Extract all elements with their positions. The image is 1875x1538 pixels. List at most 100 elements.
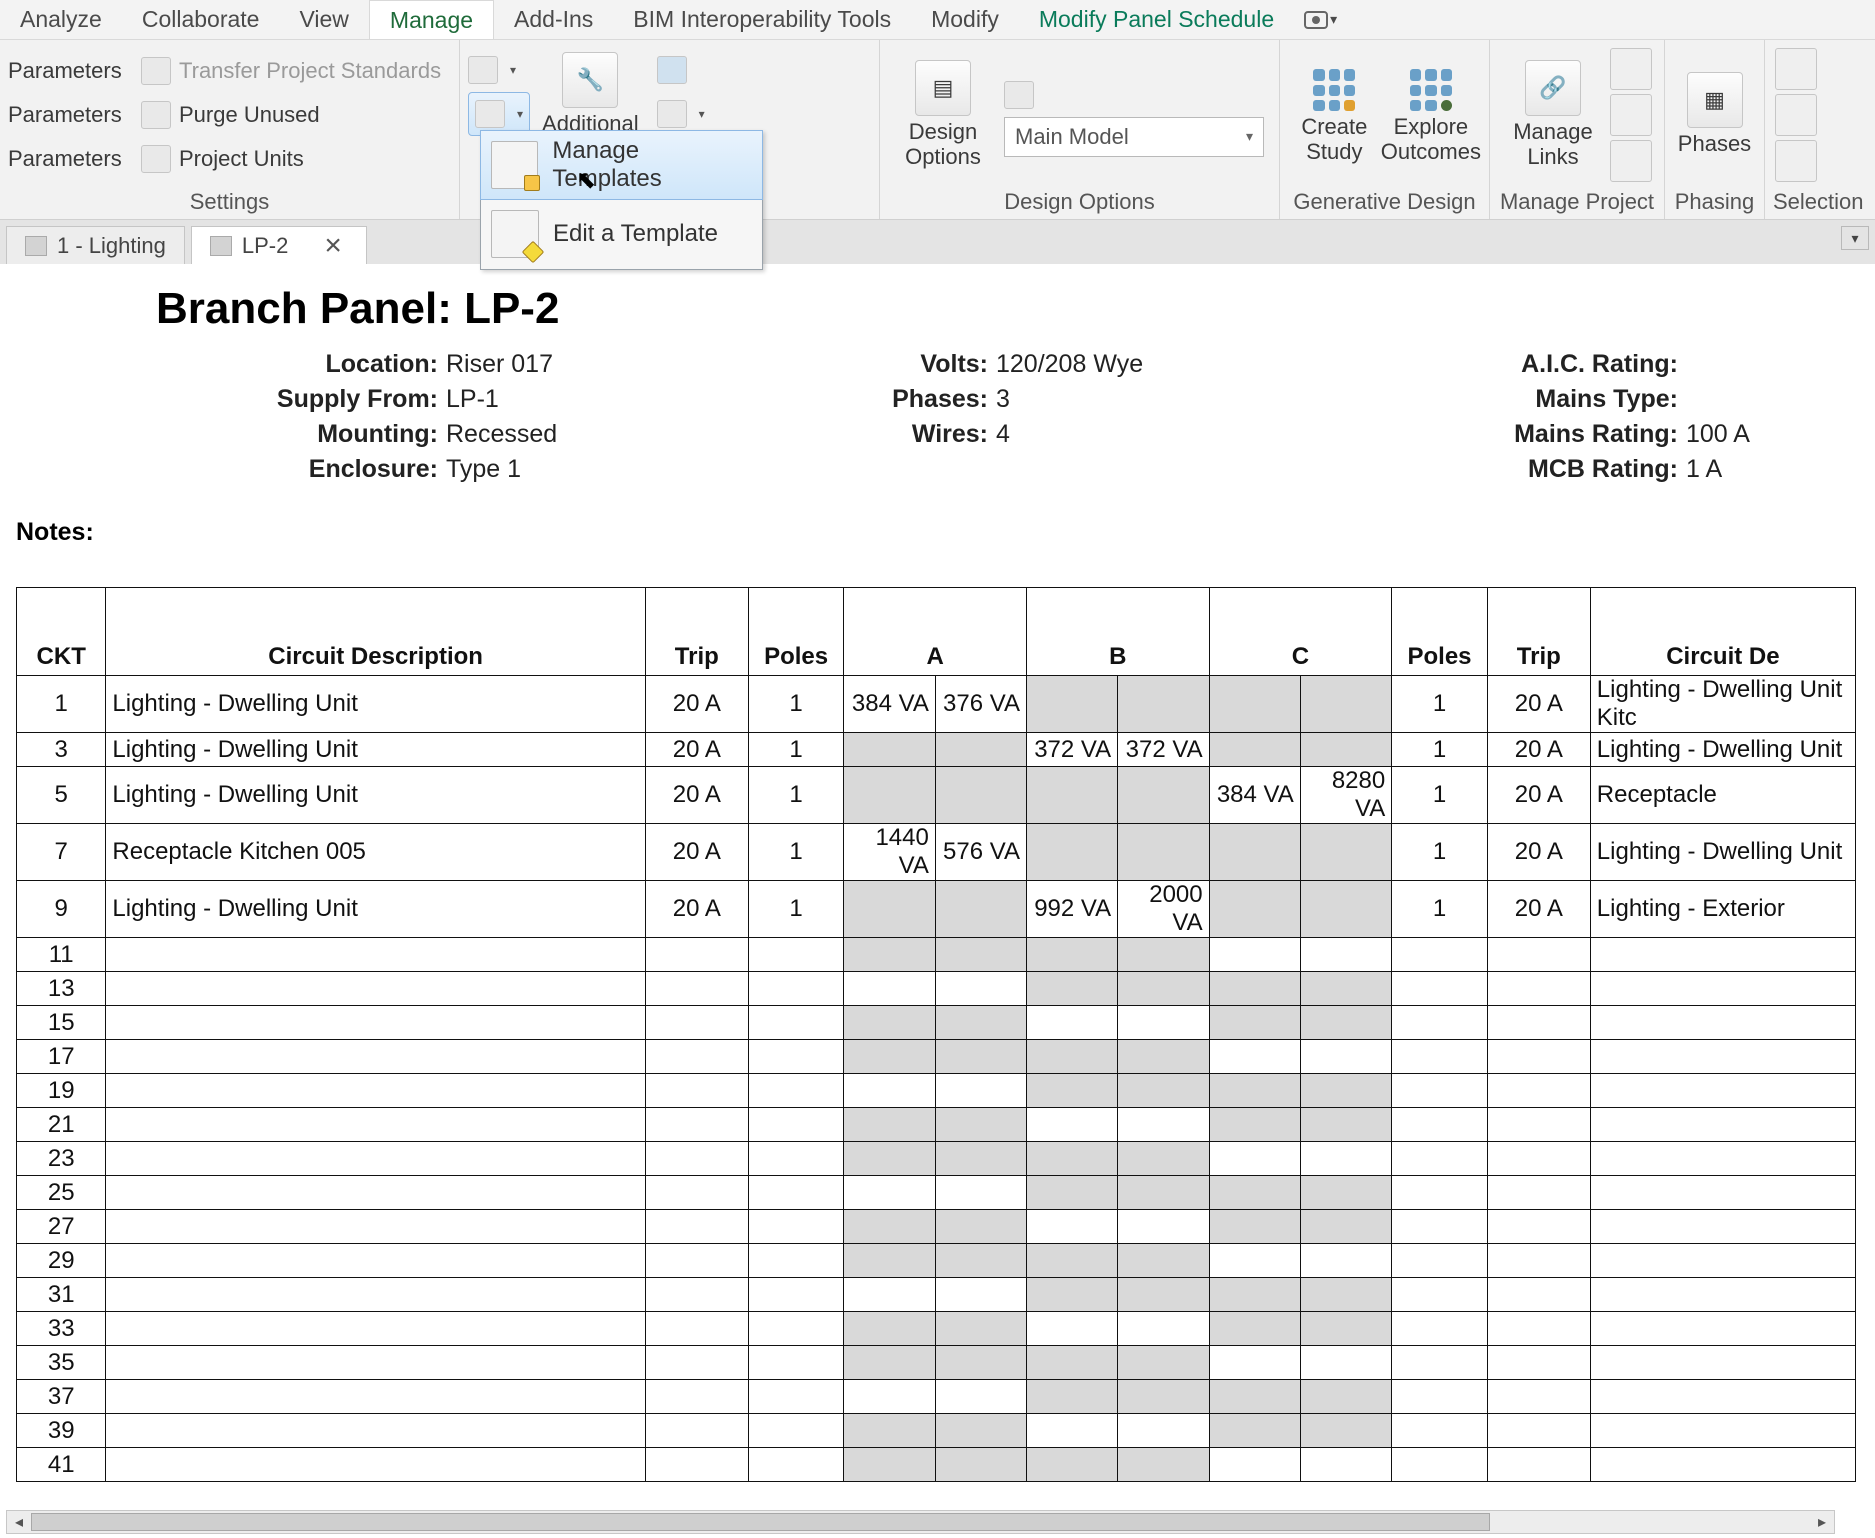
panel-title-generative: Generative Design [1288,185,1481,217]
wrench-icon: 🔧 [562,52,618,108]
notes-label: Notes: [16,518,1859,547]
table-row[interactable]: 15 [17,1006,1856,1040]
coords-icon [657,100,687,128]
table-row[interactable]: 41 [17,1448,1856,1482]
purge-icon [141,101,171,129]
table-row[interactable]: 5Lighting - Dwelling Unit20 A1384 VA8280… [17,767,1856,824]
table-header-row: CKT Circuit Description Trip Poles A B C… [17,588,1856,676]
selection-3[interactable] [1775,140,1817,182]
schedule-icon [210,236,232,256]
tab-modify-panel-schedule[interactable]: Modify Panel Schedule [1019,0,1294,39]
circuit-table: CKT Circuit Description Trip Poles A B C… [16,587,1856,1482]
selection-2[interactable] [1775,94,1817,136]
val-enclosure: Type 1 [446,455,521,484]
table-row[interactable]: 29 [17,1244,1856,1278]
schedule-icon [475,100,505,128]
table-row[interactable]: 9Lighting - Dwelling Unit20 A1992 VA2000… [17,881,1856,938]
panel-title-design-options: Design Options [888,185,1271,217]
close-icon[interactable]: × [318,229,348,263]
header-grid: Location:Riser 017 Volts:120/208 Wye A.I… [16,350,1859,484]
template-icon [468,56,498,84]
phases-icon: ▦ [1687,72,1743,128]
design-options-button[interactable]: ▤ Design Options [888,56,998,172]
val-volts: 120/208 Wye [996,350,1143,379]
tab-manage[interactable]: Manage [369,0,494,39]
manage-links-button[interactable]: 🔗 Manage Links [1498,56,1608,172]
table-row[interactable]: 39 [17,1414,1856,1448]
table-row[interactable]: 35 [17,1346,1856,1380]
edit-a-template-item[interactable]: Edit a Template [481,199,762,269]
ribbon: Parameters Parameters Parameters Transfe… [0,40,1875,220]
tab-view[interactable]: View [279,0,368,39]
globe-icon [657,56,687,84]
document-tabs: 1 - Lighting LP-2× ▾ [0,220,1875,264]
do-icon-1[interactable] [1004,81,1034,109]
val-location: Riser 017 [446,350,553,379]
table-row[interactable]: 31 [17,1278,1856,1312]
scroll-right-icon[interactable]: ▸ [1810,1511,1834,1533]
tab-modify[interactable]: Modify [911,0,1019,39]
cursor-icon: ⬉ [576,166,596,195]
panel-templates-top[interactable]: ▾ [468,48,530,92]
table-row[interactable]: 23 [17,1142,1856,1176]
location-button[interactable] [657,48,705,92]
table-row[interactable]: 21 [17,1108,1856,1142]
val-supply: LP-1 [446,385,499,414]
scroll-thumb[interactable] [31,1513,1490,1531]
table-row[interactable]: 17 [17,1040,1856,1074]
tab-bim[interactable]: BIM Interoperability Tools [613,0,911,39]
design-options-icon: ▤ [915,60,971,116]
project-units[interactable]: Project Units [141,137,441,181]
panel-title-manage-project: Manage Project [1498,185,1656,217]
panel-title-selection: Selection [1773,185,1857,217]
panel-title-settings: Settings [8,185,451,217]
panel-schedule-sheet: Branch Panel: LP-2 Location:Riser 017 Vo… [0,264,1875,1508]
table-row[interactable]: 19 [17,1074,1856,1108]
table-row[interactable]: 37 [17,1380,1856,1414]
val-mounting: Recessed [446,420,557,449]
phases-button[interactable]: ▦ Phases [1673,68,1756,160]
val-mcb: 1 A [1686,455,1722,484]
record-button[interactable]: ▾ [1304,0,1337,39]
additional-settings[interactable]: 🔧 Additional [542,48,639,140]
table-row[interactable]: 27 [17,1210,1856,1244]
table-row[interactable]: 7Receptacle Kitchen 00520 A11440 VA576 V… [17,824,1856,881]
tab-overflow-button[interactable]: ▾ [1841,226,1869,250]
table-row[interactable]: 3Lighting - Dwelling Unit20 A1372 VA372 … [17,733,1856,767]
tab-collaborate[interactable]: Collaborate [122,0,280,39]
create-study-button[interactable]: Create Study [1288,61,1381,167]
edit-template-icon [491,210,539,258]
manage-images-button[interactable] [1610,48,1652,90]
table-row[interactable]: 25 [17,1176,1856,1210]
doctab-lighting[interactable]: 1 - Lighting [6,226,185,264]
scroll-left-icon[interactable]: ◂ [7,1511,31,1533]
decal-types-button[interactable] [1610,94,1652,136]
starting-view-button[interactable] [1610,140,1652,182]
table-row[interactable]: 1Lighting - Dwelling Unit20 A1384 VA376 … [17,676,1856,733]
table-row[interactable]: 33 [17,1312,1856,1346]
page-title: Branch Panel: LP-2 [16,276,1859,350]
doctab-lp2[interactable]: LP-2× [191,226,367,264]
table-row[interactable]: 13 [17,972,1856,1006]
explore-outcomes-icon [1406,65,1456,115]
tab-analyze[interactable]: Analyze [0,0,122,39]
tab-addins[interactable]: Add-Ins [494,0,613,39]
manage-links-icon: 🔗 [1525,60,1581,116]
val-phases: 3 [996,385,1010,414]
create-study-icon [1309,65,1359,115]
val-wires: 4 [996,420,1010,449]
design-option-selector[interactable]: Main Model▾ [1004,117,1264,157]
selection-1[interactable] [1775,48,1817,90]
val-mainsrating: 100 A [1686,420,1750,449]
view-icon [25,236,47,256]
panel-title-phasing: Phasing [1673,185,1756,217]
explore-outcomes-button[interactable]: Explore Outcomes [1381,61,1481,167]
horizontal-scrollbar[interactable]: ◂ ▸ [6,1510,1835,1534]
manage-templates-icon [491,141,538,189]
purge-unused[interactable]: Purge Unused [141,93,441,137]
table-row[interactable]: 11 [17,938,1856,972]
menu-tabstrip: Analyze Collaborate View Manage Add-Ins … [0,0,1875,40]
transfer-project-standards: Transfer Project Standards [141,49,441,93]
manage-templates-item[interactable]: Manage Templates [480,130,763,200]
units-icon [141,145,171,173]
